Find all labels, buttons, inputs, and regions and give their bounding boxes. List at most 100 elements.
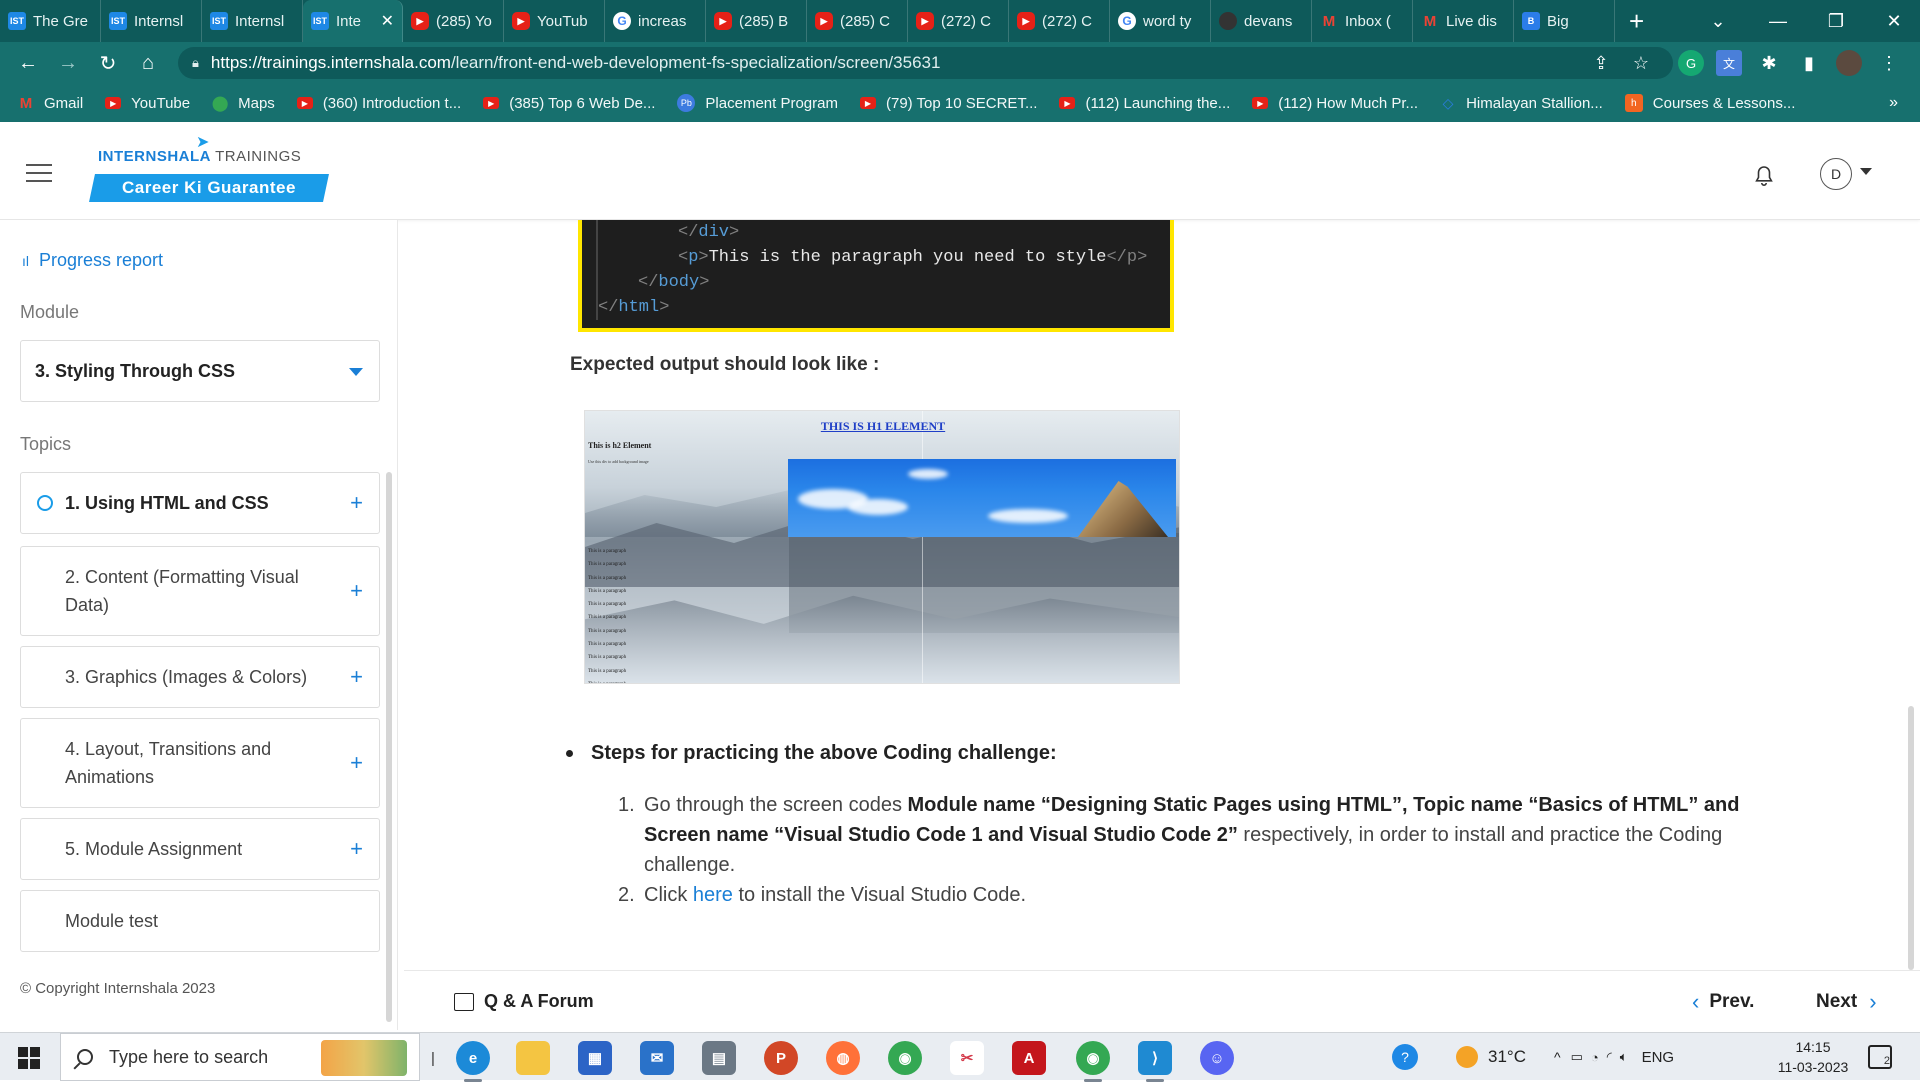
browser-tab[interactable]: Gword ty (1110, 0, 1211, 42)
sidebar-item-using-html-css[interactable]: 1. Using HTML and CSS + (20, 472, 380, 534)
user-avatar[interactable]: D (1820, 158, 1852, 190)
battery-icon[interactable]: ▭ (1571, 1049, 1583, 1065)
powerpoint-icon[interactable]: P (764, 1041, 798, 1075)
bookmark-item[interactable]: ▶ (360) Introduction t... (296, 95, 461, 112)
restore-button[interactable]: ❐ (1806, 0, 1866, 42)
qa-forum-button[interactable]: Q & A Forum (454, 991, 594, 1012)
calculator-icon[interactable]: ▤ (702, 1041, 736, 1075)
network-icon[interactable]: ◔ (1591, 1050, 1599, 1065)
home-icon[interactable]: ⌂ (130, 42, 166, 84)
discord-icon[interactable]: ☺ (1200, 1041, 1234, 1075)
bookmark-item[interactable]: ◇ Himalayan Stallion... (1440, 95, 1603, 112)
browser-tab[interactable]: IST Internsl (202, 0, 303, 42)
module-dropdown[interactable]: 3. Styling Through CSS (20, 340, 380, 402)
vscode-icon[interactable]: ⟩ (1138, 1041, 1172, 1082)
bookmark-item[interactable]: h Courses & Lessons... (1624, 94, 1795, 112)
expand-plus-icon[interactable]: + (350, 835, 363, 863)
logo-text: INTERNSHALA (98, 148, 211, 165)
bookmark-item[interactable]: ▶ (385) Top 6 Web De... (483, 95, 655, 112)
next-button[interactable]: Next › (1816, 989, 1877, 1015)
browser-tab[interactable]: IST Internsl (101, 0, 202, 42)
bookmark-item[interactable]: ▶ (112) Launching the... (1059, 95, 1230, 112)
edge-icon[interactable]: e (456, 1041, 490, 1082)
wifi-icon[interactable]: ◜ (1607, 1049, 1612, 1065)
expand-plus-icon[interactable]: + (350, 577, 363, 605)
close-window-button[interactable]: ✕ (1864, 0, 1920, 42)
volume-icon[interactable]: 🔈︎ (1620, 1049, 1628, 1065)
expand-plus-icon[interactable]: + (350, 663, 363, 691)
install-vscode-link[interactable]: here (693, 884, 733, 906)
main-scrollbar[interactable] (1908, 706, 1914, 970)
microsoft-store-icon[interactable]: ▦ (578, 1041, 612, 1075)
sidebar-item-module-assignment[interactable]: 5. Module Assignment + (20, 818, 380, 880)
taskbar-search-box[interactable]: Type here to search (60, 1033, 420, 1081)
browser-menu-icon[interactable]: ⋮ (1876, 50, 1902, 76)
minimize-button[interactable]: — (1748, 0, 1808, 42)
file-explorer-icon[interactable] (516, 1041, 550, 1075)
browser-tab[interactable]: ▶ (285) B (706, 0, 807, 42)
profile-avatar-icon[interactable] (1836, 50, 1862, 76)
language-indicator[interactable]: ENG (1642, 1049, 1675, 1066)
browser-tab[interactable]: ▶ YouTub (504, 0, 605, 42)
system-clock[interactable]: 14:15 11-03-2023 (1758, 1037, 1868, 1077)
side-panel-icon[interactable]: ▮ (1796, 50, 1822, 76)
expand-plus-icon[interactable]: + (350, 489, 363, 517)
logo[interactable]: INTERNSHALA TRAININGS (98, 148, 301, 165)
weather-sun-icon[interactable] (1456, 1046, 1478, 1068)
new-tab-button[interactable]: + (1629, 6, 1644, 37)
browser-tab[interactable]: Gincreas (605, 0, 706, 42)
bookmark-item[interactable]: ▶ (79) Top 10 SECRET... (859, 95, 1037, 112)
windows-start-icon[interactable] (18, 1047, 40, 1069)
browser-tab[interactable]: IST Inte ✕ (303, 0, 403, 42)
hamburger-menu-icon[interactable] (26, 164, 52, 182)
bookmark-star-icon[interactable]: ☆ (1628, 50, 1654, 76)
sidebar-item-layout[interactable]: 4. Layout, Transitions and Animations + (20, 718, 380, 808)
browser-tab[interactable]: IST The Gre (0, 0, 101, 42)
browser-tab[interactable]: M Live dis (1413, 0, 1514, 42)
translate-extension-icon[interactable]: 文 (1716, 50, 1742, 76)
bookmark-item[interactable]: ▶ (112) How Much Pr... (1252, 95, 1418, 112)
bookmark-label: Himalayan Stallion... (1466, 94, 1603, 112)
notification-bell-icon[interactable] (1752, 164, 1776, 188)
browser-tab[interactable]: ▶ (285) Yo (403, 0, 504, 42)
browser-tab[interactable]: ▶ (272) C (1009, 0, 1110, 42)
browser-tab[interactable]: ▶ (285) C (807, 0, 908, 42)
sidebar-item-module-test[interactable]: Module test (20, 890, 380, 952)
chrome-profile-icon[interactable]: ◉ (1076, 1041, 1110, 1082)
forward-arrow-icon[interactable]: → (50, 42, 86, 84)
browser-tab[interactable]: ▶ (272) C (908, 0, 1009, 42)
prev-button[interactable]: ‹ Prev. (1692, 989, 1754, 1015)
share-icon[interactable]: ⇪ (1588, 50, 1614, 76)
acrobat-icon[interactable]: A (1012, 1041, 1046, 1075)
extensions-puzzle-icon[interactable]: ✱ (1756, 50, 1782, 76)
sidebar-item-graphics[interactable]: 3. Graphics (Images & Colors) + (20, 646, 380, 708)
sidebar-scrollbar[interactable] (386, 472, 392, 1022)
tab-search-chevron-icon[interactable]: ⌄ (1688, 0, 1748, 42)
firefox-icon[interactable]: ◍ (826, 1041, 860, 1075)
browser-tab[interactable]: B Big (1514, 0, 1615, 42)
help-icon[interactable]: ? (1392, 1044, 1418, 1070)
task-view-icon[interactable]: | (428, 1041, 438, 1075)
progress-report-link[interactable]: ıl Progress report (22, 250, 163, 271)
chrome-icon[interactable]: ◉ (888, 1041, 922, 1075)
temperature-text[interactable]: 31°C (1488, 1047, 1526, 1067)
browser-tab[interactable]: devans (1211, 0, 1312, 42)
notification-center-icon[interactable]: 2 (1868, 1045, 1892, 1069)
mail-icon[interactable]: ✉ (640, 1041, 674, 1075)
reload-icon[interactable]: ↻ (90, 42, 126, 84)
sidebar-item-content[interactable]: 2. Content (Formatting Visual Data) + (20, 546, 380, 636)
snipping-tool-icon[interactable]: ✂ (950, 1041, 984, 1075)
grammarly-extension-icon[interactable]: G (1678, 50, 1704, 76)
bookmark-item[interactable]: Pb Placement Program (677, 94, 838, 112)
expand-plus-icon[interactable]: + (350, 749, 363, 777)
back-arrow-icon[interactable]: ← (10, 42, 46, 84)
browser-tab[interactable]: M Inbox ( (1312, 0, 1413, 42)
tab-close-icon[interactable]: ✕ (381, 11, 394, 31)
bookmarks-more-button[interactable]: » (1889, 84, 1898, 122)
chevron-up-icon[interactable]: ^ (1554, 1049, 1561, 1065)
url-field[interactable]: 🔒︎ https://trainings.internshala.com/lea… (178, 47, 1673, 79)
bookmark-item[interactable]: M Gmail (18, 95, 83, 112)
bookmark-item[interactable]: ▶ YouTube (105, 95, 190, 112)
chevron-down-icon[interactable] (1860, 168, 1872, 175)
bookmark-item[interactable]: ⬤ Maps (212, 95, 275, 113)
